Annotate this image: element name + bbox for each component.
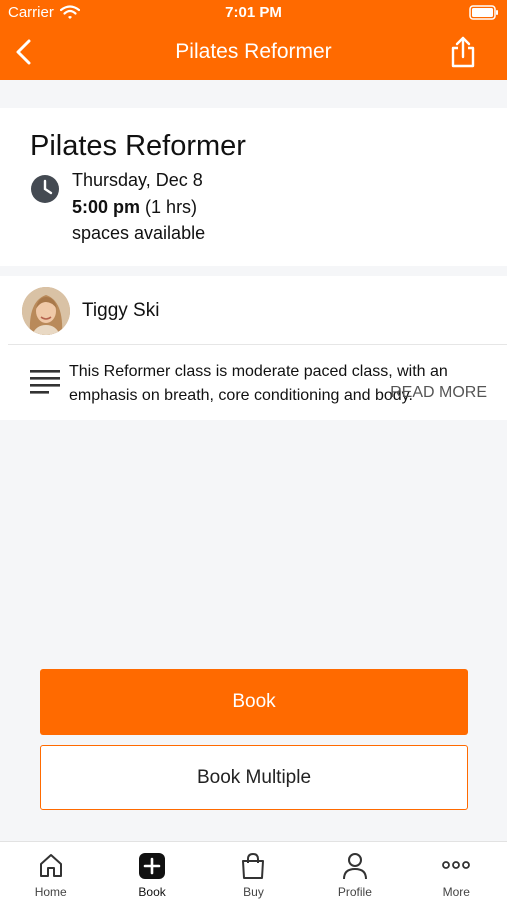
share-icon[interactable]	[449, 36, 477, 68]
more-dots-icon	[442, 861, 471, 869]
plus-square-icon	[139, 853, 166, 879]
status-bar: Carrier 7:01 PM	[0, 0, 507, 26]
chevron-left-icon[interactable]	[12, 38, 36, 66]
class-info-card: Pilates Reformer Thursday, Dec 8 5:00 pm…	[0, 108, 507, 266]
book-button[interactable]: Book	[40, 669, 468, 735]
tab-profile[interactable]: Profile	[304, 842, 405, 900]
tab-label: More	[442, 885, 470, 899]
class-time: 5:00 pm	[72, 197, 141, 217]
tab-label: Book	[138, 885, 166, 899]
tab-bar: Home Book Buy Profile More	[0, 841, 507, 900]
class-time-row: 5:00 pm (1 hrs)	[72, 197, 197, 218]
tab-label: Buy	[243, 885, 264, 899]
teacher-card: Tiggy Ski This Reformer class is moderat…	[0, 276, 507, 420]
tab-home[interactable]: Home	[0, 842, 101, 900]
page-title: Pilates Reformer	[175, 40, 332, 63]
book-multiple-button[interactable]: Book Multiple	[40, 745, 468, 810]
tab-book[interactable]: Book	[101, 842, 202, 900]
tab-buy[interactable]: Buy	[203, 842, 304, 900]
tab-label: Home	[34, 885, 67, 899]
class-duration: (1 hrs)	[145, 197, 198, 217]
person-icon	[342, 853, 367, 880]
class-date: Thursday, Dec 8	[72, 170, 203, 190]
read-more-link[interactable]: READ MORE	[390, 384, 487, 402]
divider	[8, 344, 507, 345]
status-time: 7:01 PM	[225, 4, 282, 21]
clock-icon	[31, 175, 59, 203]
tab-more[interactable]: More	[406, 842, 507, 900]
tab-label: Profile	[337, 885, 372, 899]
avatar[interactable]	[22, 287, 70, 335]
spaces-available: spaces available	[72, 223, 206, 243]
shopping-bag-icon	[242, 852, 265, 879]
description-lines-icon	[30, 370, 60, 394]
battery-icon	[469, 5, 498, 20]
class-title: Pilates Reformer	[30, 130, 246, 162]
home-icon	[39, 854, 62, 877]
header: Carrier 7:01 PM Pilates Reformer	[0, 0, 507, 80]
teacher-name[interactable]: Tiggy Ski	[82, 300, 159, 322]
